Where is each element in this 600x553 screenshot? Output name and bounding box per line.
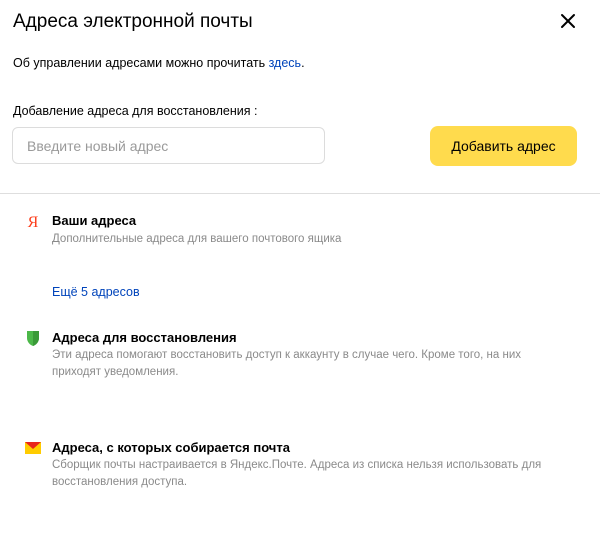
shield-icon: [24, 329, 42, 347]
email-addresses-dialog: Адреса электронной почты Об управлении а…: [0, 0, 600, 553]
section-description: Сборщик почты настраивается в Яндекс.Поч…: [52, 459, 542, 488]
add-address-button[interactable]: Добавить адрес: [430, 126, 577, 166]
section-description: Дополнительные адреса для вашего почтово…: [52, 233, 342, 245]
dialog-title: Адреса электронной почты: [13, 11, 253, 32]
info-link[interactable]: здесь: [269, 56, 301, 70]
new-address-input[interactable]: [12, 127, 325, 164]
section-title: Адреса для восстановления: [52, 330, 237, 345]
section-description: Эти адреса помогают восстановить доступ …: [52, 349, 522, 378]
info-text-prefix: Об управлении адресами можно прочитать: [13, 56, 269, 70]
info-text-suffix: .: [301, 56, 305, 70]
close-button[interactable]: [555, 8, 581, 34]
yandex-logo-icon: Я: [24, 212, 42, 230]
info-text: Об управлении адресами можно прочитать з…: [13, 55, 305, 71]
more-addresses-link[interactable]: Ещё 5 адресов: [52, 284, 140, 300]
mail-envelope-icon: [24, 439, 42, 457]
divider: [0, 193, 600, 194]
svg-text:Я: Я: [28, 214, 39, 230]
close-icon[interactable]: [555, 8, 581, 34]
add-address-label: Добавление адреса для восстановления :: [13, 104, 258, 118]
section-title: Адреса, с которых собирается почта: [52, 440, 290, 455]
section-title: Ваши адреса: [52, 213, 137, 228]
